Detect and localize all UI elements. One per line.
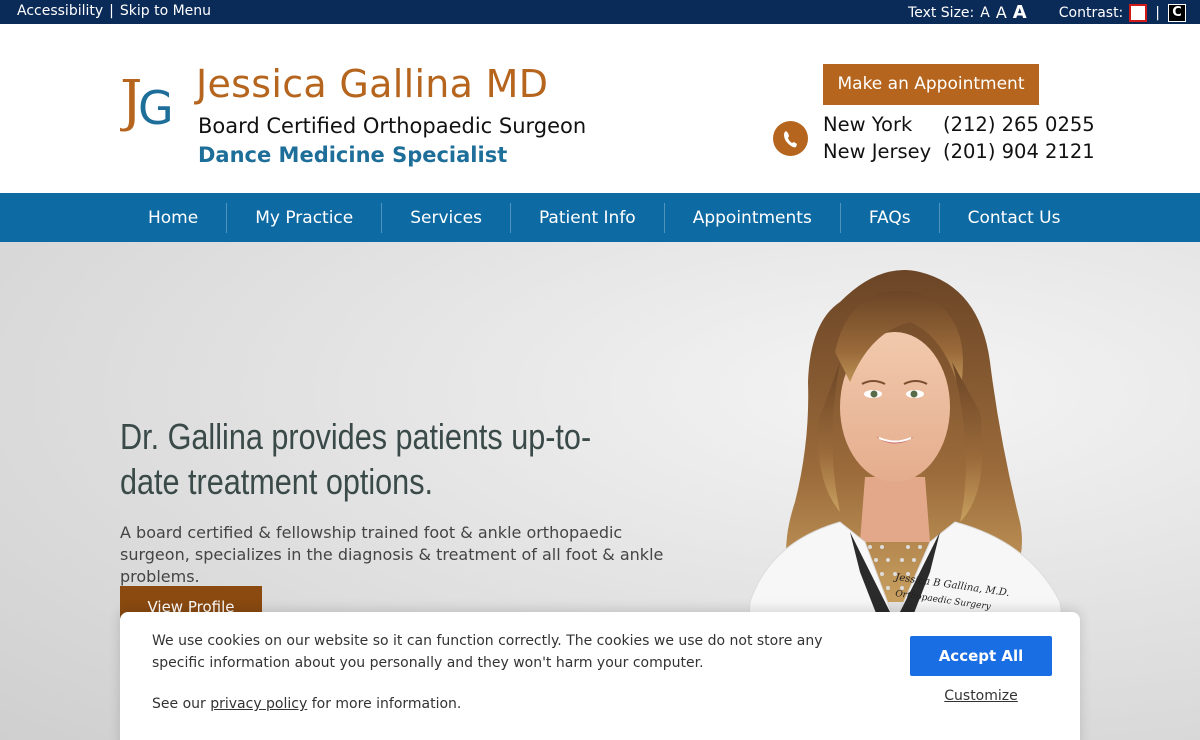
contrast-label: Contrast: (1058, 4, 1124, 21)
hero-title: Dr. Gallina provides patients up-to-date… (120, 416, 592, 502)
site-subtitle-board-certified: Board Certified Orthopaedic Surgeon (198, 114, 587, 138)
text-size-large-button[interactable]: A (1013, 2, 1027, 23)
phone-icon (773, 121, 808, 156)
utility-bar: Accessibility | Skip to Menu Text Size: … (0, 0, 1200, 24)
phone-row-new-york: New York (212) 265 0255 (823, 113, 1095, 136)
accept-all-button[interactable]: Accept All (910, 636, 1052, 676)
phone-number[interactable]: (212) 265 0255 (943, 113, 1095, 136)
phone-row-new-jersey: New Jersey (201) 904 2121 (823, 140, 1095, 163)
contrast-light-button[interactable]: C (1129, 3, 1148, 22)
cookie-see-our-text: See our (152, 696, 206, 712)
text-size-small-button[interactable]: A (980, 5, 990, 21)
nav-item-patient-info[interactable]: Patient Info (511, 202, 665, 233)
utility-separator: | (109, 3, 114, 19)
text-size-label: Text Size: (908, 4, 975, 21)
contrast-separator: | (1155, 4, 1160, 21)
nav-item-contact-us[interactable]: Contact Us (940, 203, 1089, 233)
site-title[interactable]: Jessica Gallina MD (196, 62, 548, 106)
utility-right: Text Size: A A A Contrast: C | C (908, 2, 1186, 23)
utility-left: Accessibility | Skip to Menu (17, 3, 211, 19)
svg-text:G: G (138, 81, 174, 134)
jg-logo[interactable]: J G (120, 68, 176, 134)
main-nav: Home My Practice Services Patient Info A… (0, 193, 1200, 242)
nav-item-my-practice[interactable]: My Practice (227, 202, 383, 233)
cookie-message: We use cookies on our website so it can … (152, 633, 823, 671)
nav-item-services[interactable]: Services (382, 202, 511, 233)
hero-description: A board certified & fellowship trained f… (120, 523, 664, 586)
nav-item-faqs[interactable]: FAQs (841, 202, 940, 233)
customize-link[interactable]: Customize (910, 688, 1052, 704)
text-size-medium-button[interactable]: A (996, 3, 1007, 22)
site-header: J G Jessica Gallina MD Board Certified O… (0, 24, 1200, 193)
phone-city: New York (823, 113, 913, 136)
phone-number[interactable]: (201) 904 2121 (943, 140, 1095, 163)
make-appointment-button[interactable]: Make an Appointment (823, 64, 1039, 105)
phone-city: New Jersey (823, 140, 932, 163)
site-subtitle-dance-medicine: Dance Medicine Specialist (198, 143, 508, 167)
cookie-more-info-text: for more information. (311, 696, 462, 712)
privacy-policy-link[interactable]: privacy policy (210, 696, 307, 712)
nav-item-home[interactable]: Home (120, 202, 228, 233)
contrast-dark-button[interactable]: C (1168, 3, 1186, 22)
cookie-privacy-line: See our privacy policy for more informat… (152, 696, 461, 712)
accessibility-link[interactable]: Accessibility (17, 3, 103, 19)
nav-item-appointments[interactable]: Appointments (665, 202, 841, 233)
skip-to-menu-link[interactable]: Skip to Menu (120, 3, 211, 19)
cookie-banner: We use cookies on our website so it can … (120, 612, 1080, 740)
